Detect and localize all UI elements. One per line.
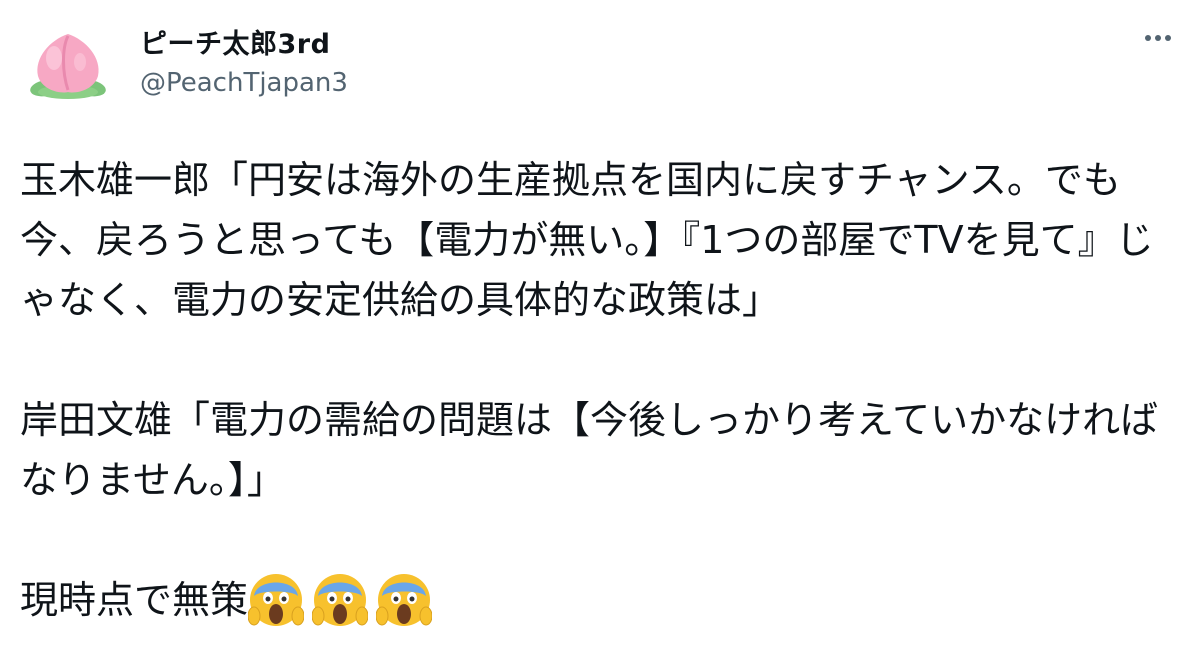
face-screaming-in-fear-emoji: [376, 574, 433, 626]
author-name[interactable]: ピーチ太郎3rd: [140, 22, 330, 61]
tweet-paragraph: 岸田文雄「電力の需給の問題は【今後しっかり考えていかなければなりません。】」: [20, 398, 1159, 502]
tweet-paragraph: 玉木雄一郎「円安は海外の生産拠点を国内に戻すチャンス。でも今、戻ろうと思っても【…: [20, 158, 1154, 322]
avatar[interactable]: [20, 18, 116, 114]
face-screaming-in-fear-emoji: [248, 574, 305, 626]
tweet-card: ピーチ太郎3rd @PeachTjapan3 玉木雄一郎「円安は海外の生産拠点を…: [0, 0, 1200, 672]
more-options-button[interactable]: [1138, 24, 1178, 52]
peach-icon: [30, 34, 106, 99]
tweet-paragraph: 現時点で無策: [20, 578, 249, 622]
tweet-text: 玉木雄一郎「円安は海外の生産拠点を国内に戻すチャンス。でも今、戻ろうと思っても【…: [20, 150, 1170, 630]
author-handle[interactable]: @PeachTjapan3: [140, 68, 348, 98]
tweet-last-line: 現時点で無策: [20, 570, 1170, 630]
more-horizontal-icon: [1143, 35, 1173, 41]
face-screaming-in-fear-emoji: [312, 574, 369, 626]
